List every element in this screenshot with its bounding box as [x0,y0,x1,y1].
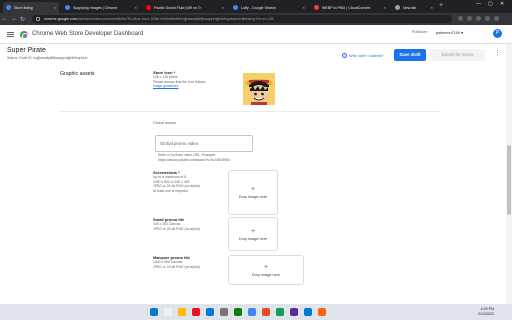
start-icon[interactable] [150,308,158,316]
clock-time: 4:29 PM [480,307,494,311]
url-host: chrome.google.com [44,17,78,21]
forward-icon[interactable]: → [9,16,18,22]
share-icon[interactable] [458,16,463,21]
close-tab-icon[interactable]: × [303,5,305,10]
extensions-icon[interactable] [476,16,481,21]
tab-store-listing[interactable]: Store listing × [3,2,59,13]
tab-title: WEBP to PNG | CloudConvert [322,5,371,10]
google-favicon-icon [233,5,238,10]
reload-icon[interactable]: ↻ [18,16,27,23]
tab-title: Luffy - Google Search [241,5,276,10]
browser-icon[interactable] [262,308,270,316]
close-tab-icon[interactable]: × [431,5,433,10]
screenshots-hint: At least one is required [153,188,188,193]
new-tab-favicon-icon [395,5,400,10]
taskbar-app-icon[interactable] [192,308,200,316]
tab-title: Supplying Images | Chrome [73,5,118,10]
dropzone-label: Drop image here [238,236,268,241]
app-icon[interactable] [276,308,284,316]
tab-title: New tab [403,5,417,10]
bookmark-icon[interactable] [467,16,472,21]
submit-for-review-button[interactable]: Submit for review [430,49,485,61]
global-promo-video-input[interactable]: Global promo video [155,135,253,152]
tab-title: Store listing [14,5,33,10]
item-name: Super Pirate [7,47,46,54]
edge-icon[interactable] [304,308,312,316]
add-image-icon: + [250,227,256,235]
dashboard-header: Chrome Web Store Developer Dashboard Pub… [0,25,512,44]
publisher-dropdown[interactable]: pokemon7100 ▾ [436,30,463,35]
item-status: Status: Draft ID: bojjbasafyklffjsaapphf… [7,56,88,60]
marquee-promo-hint: JPEG or 24-bit PNG (no alpha) [153,264,200,269]
browser-toolbar: ← → ↻ chrome.google.com/webstore/devcons… [0,13,512,25]
marquee-promo-dropzone[interactable]: + Drop image here [228,255,304,285]
more-options-icon[interactable]: ⋮ [494,50,501,58]
store-icon[interactable] [206,308,214,316]
tab-supplying-images[interactable]: Supplying Images | Chrome × [62,2,140,13]
xbox-icon[interactable] [234,308,242,316]
luffy-portrait-icon [243,73,275,105]
windows-taskbar: 4:29 PM 2/12/2023 [0,304,512,320]
dropzone-label: Drop image here [238,195,268,199]
dashboard-page: Chrome Web Store Developer Dashboard Pub… [0,25,512,304]
close-tab-icon[interactable]: × [222,5,224,10]
dashboard-title[interactable]: Chrome Web Store Developer Dashboard [32,31,143,37]
close-tab-icon[interactable]: × [135,5,137,10]
cloudconvert-favicon-icon [314,5,319,10]
url-text: chrome.google.com/webstore/devconsole/e5… [44,17,274,21]
url-path: /webstore/devconsole/e5b8a7f9-c8ca-4cc1-… [77,17,274,21]
search-icon[interactable] [164,308,172,316]
add-image-icon: + [263,263,269,271]
tab-google-search[interactable]: Luffy - Google Search × [230,2,308,13]
small-promo-hint: JPEG or 24-bit PNG (no alpha) [153,226,200,231]
youtube-favicon-icon [146,5,151,10]
back-icon[interactable]: ← [0,16,9,22]
promo-video-placeholder: Global promo video [160,141,199,146]
tab-title: Pacific Grand Fluid (Offl vs Tr [154,5,201,10]
image-guidelines-link[interactable]: image guidelines [153,84,178,88]
hamburger-menu-icon[interactable] [7,32,14,37]
profile-icon[interactable] [485,16,490,21]
lock-icon[interactable] [36,17,40,21]
chrome-favicon-icon [65,5,70,10]
help-icon: ? [342,53,347,58]
address-bar[interactable]: chrome.google.com/webstore/devconsole/e5… [32,15,452,23]
maximize-window-icon[interactable]: ▢ [488,1,493,7]
tab-youtube-video[interactable]: Pacific Grand Fluid (Offl vs Tr × [143,2,227,13]
file-explorer-icon[interactable] [178,308,186,316]
clock-date: 2/12/2023 [478,311,494,316]
screenshot-dropzone[interactable]: + Drop image here [228,170,278,215]
app-icon[interactable] [318,308,326,316]
tab-new-tab[interactable]: New tab × [392,2,436,13]
close-tab-icon[interactable]: × [54,5,56,10]
settings-icon[interactable] [220,308,228,316]
small-promo-dropzone[interactable]: + Drop image here [228,217,278,251]
avatar[interactable]: P [493,29,502,38]
dropzone-label: Drop image here [251,272,281,277]
close-window-icon[interactable]: ✕ [500,1,504,7]
divider [60,111,440,112]
minimize-window-icon[interactable]: — [476,1,481,7]
app-icon[interactable] [290,308,298,316]
new-tab-button[interactable]: + [439,2,443,9]
promo-video-hint: https://www.youtube.com/watch?v=52436789… [158,157,230,162]
browser-extension-icons [458,16,499,21]
graphic-assets-heading: Graphic assets [60,71,95,77]
chrome-web-store-logo-icon[interactable] [20,31,28,39]
save-draft-button[interactable]: Save draft [394,49,426,61]
taskbar-clock[interactable]: 4:29 PM 2/12/2023 [478,307,494,316]
global-assets-heading: Global assets [153,121,177,125]
add-image-icon: + [250,186,256,193]
chrome-web-store-favicon-icon [6,5,11,10]
publisher-label: Publisher: [412,30,428,34]
store-icon-image[interactable] [243,73,275,105]
browser-tab-strip: Store listing × Supplying Images | Chrom… [0,0,512,13]
close-tab-icon[interactable]: × [384,5,386,10]
chrome-icon[interactable] [248,308,256,316]
scrollbar-thumb[interactable] [507,145,511,215]
why-cant-i-submit-link[interactable]: ? Why can't I submit? [342,53,384,58]
tab-cloudconvert[interactable]: WEBP to PNG | CloudConvert × [311,2,389,13]
chrome-menu-icon[interactable] [494,16,499,21]
help-link-text: Why can't I submit? [349,53,384,58]
